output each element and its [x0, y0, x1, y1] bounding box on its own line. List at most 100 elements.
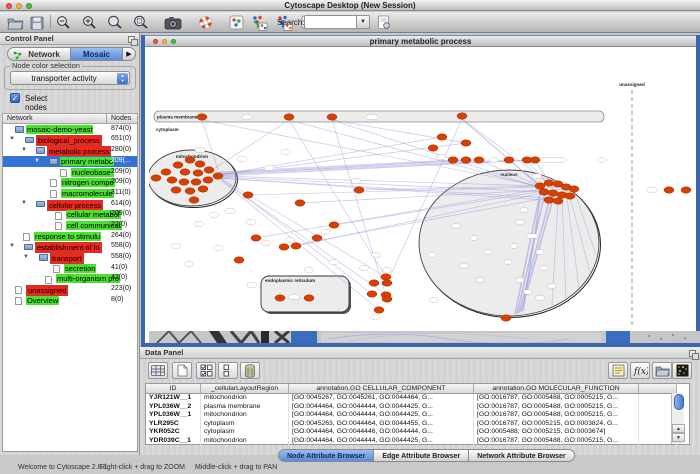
graph-node[interactable]	[191, 179, 201, 185]
tree-row-response-to-stimulu[interactable]: response to stimulu264(0)	[3, 231, 137, 242]
graph-node[interactable]	[681, 187, 691, 193]
expand-arrow-icon[interactable]: ▼	[23, 254, 29, 260]
zoom-in-button[interactable]	[79, 14, 99, 31]
tree-row-nitrogen-compo[interactable]: nitrogen compo209(0)	[3, 177, 137, 188]
tree-row-transport[interactable]: ▼transport558(0)	[3, 252, 137, 263]
search-input[interactable]	[304, 15, 356, 29]
graph-node[interactable]	[354, 187, 364, 193]
notes-button[interactable]	[608, 362, 628, 379]
graph-node[interactable]	[275, 295, 285, 301]
graph-node[interactable]	[329, 222, 339, 228]
graph-node[interactable]	[284, 114, 294, 120]
graph-node[interactable]	[279, 244, 289, 250]
graph-node[interactable]	[461, 157, 471, 163]
combo-stepper-icon[interactable]: ▲▼	[117, 73, 128, 84]
graph-node[interactable]	[530, 157, 540, 163]
tree-row-overview[interactable]: Overview8(0)	[3, 295, 137, 306]
graph-node[interactable]	[161, 169, 171, 175]
graph-node[interactable]	[474, 157, 484, 163]
graph-node[interactable]	[369, 280, 379, 286]
close-view-button[interactable]	[153, 39, 158, 44]
graph-node[interactable]	[185, 157, 195, 163]
minimize-view-button[interactable]	[162, 39, 167, 44]
tree-row-multi-organism-pro[interactable]: multi-organism pro42(0)	[3, 274, 137, 285]
graph-node[interactable]	[179, 179, 189, 185]
node-color-attribute-select[interactable]: transporter activity ▲▼	[10, 71, 130, 85]
table-column-header[interactable]: annotation.GO CELLULAR_COMPONENT	[289, 384, 474, 394]
zoom-selected-button[interactable]	[131, 14, 151, 31]
unselect-attributes-button[interactable]	[218, 362, 238, 379]
table-column-header[interactable]: annotation.GO MOLECULAR_FUNCTION	[474, 384, 639, 394]
close-window-button[interactable]	[6, 3, 12, 9]
zoom-view-button[interactable]	[171, 39, 176, 44]
select-attributes-button[interactable]	[196, 362, 216, 379]
graph-node[interactable]	[243, 192, 253, 198]
graph-node[interactable]	[203, 177, 213, 183]
table-row[interactable]: YDR039C__1mitochondrion[GO:0044464, GO:0…	[146, 437, 689, 446]
tab-network-attribute-browser[interactable]: Network Attribute Browser	[469, 449, 574, 462]
zoom-out-button[interactable]	[53, 14, 73, 31]
tree-row-cellular-metabol[interactable]: cellular metabol209(0)	[3, 210, 137, 221]
expand-arrow-icon[interactable]: ▼	[34, 158, 40, 164]
tab-mosaic[interactable]: Mosaic	[71, 47, 123, 61]
graph-node[interactable]	[234, 257, 244, 263]
column-header-network[interactable]: Network	[2, 113, 106, 124]
table-row[interactable]: YPL036W__2plasma membrane[GO:0044464, GO…	[146, 403, 689, 412]
tree-row-cellular-process[interactable]: ▼cellular process614(0)	[3, 199, 137, 210]
graph-node[interactable]	[295, 200, 305, 206]
tree-row-unassigned[interactable]: unassigned223(0)	[3, 284, 137, 295]
tab-edge-attribute-browser[interactable]: Edge Attribute Browser	[374, 449, 469, 462]
graph-node[interactable]	[428, 145, 438, 151]
graph-node[interactable]	[553, 198, 563, 204]
column-header-nodes[interactable]: Nodes	[106, 113, 138, 124]
table-row[interactable]: YKR052Ccytoplasm[GO:0044464, GO:0044446,…	[146, 428, 689, 437]
graph-node[interactable]	[171, 187, 181, 193]
graph-node[interactable]	[544, 180, 554, 186]
apply-layout-button[interactable]	[249, 14, 269, 31]
graph-node[interactable]	[291, 243, 301, 249]
graph-node[interactable]	[213, 173, 223, 179]
graph-node[interactable]	[382, 296, 392, 302]
tree-row-mosaic-demo-yeast[interactable]: mosaic-demo-yeast874(0)	[3, 124, 137, 135]
graph-node[interactable]	[151, 175, 161, 181]
tree-row-metabolic-process[interactable]: ▼metabolic process280(0)	[3, 145, 137, 156]
graph-node[interactable]	[327, 114, 337, 120]
graph-node[interactable]	[569, 186, 579, 192]
graph-node[interactable]	[437, 134, 447, 140]
function-builder-button[interactable]: f(x)	[630, 362, 650, 379]
graph-node[interactable]	[448, 157, 458, 163]
open-session-button[interactable]	[5, 14, 25, 31]
expand-arrow-icon[interactable]: ▼	[9, 136, 15, 142]
zoom-window-button[interactable]	[26, 3, 32, 9]
tree-row-nucleobase-[interactable]: nucleobase-209(0)	[3, 167, 137, 178]
import-network-button[interactable]	[226, 14, 246, 31]
search-options-button[interactable]	[374, 14, 394, 31]
tab-node-attribute-browser[interactable]: Node Attribute Browser	[278, 449, 374, 462]
graph-node[interactable]	[504, 157, 514, 163]
graph-node[interactable]	[198, 186, 208, 192]
network-canvas[interactable]: plasma membranecytoplasmmitochondrionnuc…	[149, 47, 700, 331]
tree-row-primary-metabo[interactable]: ▼primary metabo209(...	[3, 156, 137, 167]
graph-node[interactable]	[367, 291, 377, 297]
tree-row-cell-communicat[interactable]: cell communicat22(0)	[3, 220, 137, 231]
tab-network[interactable]: Network	[7, 47, 71, 61]
network-snapshot-button[interactable]	[163, 14, 183, 31]
expand-arrow-icon[interactable]: ▼	[21, 200, 27, 206]
graph-node[interactable]	[167, 177, 177, 183]
graph-node[interactable]	[381, 274, 391, 280]
graph-node[interactable]	[544, 197, 554, 203]
expand-arrow-icon[interactable]: ▼	[21, 147, 27, 153]
more-tabs-button[interactable]: ▶	[123, 47, 136, 61]
table-row[interactable]: YLR295Ccytoplasm[GO:0045263, GO:0044464,…	[146, 420, 689, 429]
graph-node[interactable]	[185, 188, 195, 194]
scroll-up-icon[interactable]: ▲	[672, 424, 685, 433]
network-view-titlebar[interactable]: primary metabolic process	[145, 35, 696, 47]
graph-node[interactable]	[195, 161, 205, 167]
graph-node[interactable]	[193, 170, 203, 176]
new-attribute-button[interactable]	[172, 362, 192, 379]
table-column-header[interactable]: ID	[146, 384, 201, 394]
graph-node[interactable]	[204, 167, 214, 173]
minimize-window-button[interactable]	[16, 3, 22, 9]
graph-node[interactable]	[173, 162, 183, 168]
tree-row-biological-process[interactable]: ▼biological_process651(0)	[3, 135, 137, 146]
